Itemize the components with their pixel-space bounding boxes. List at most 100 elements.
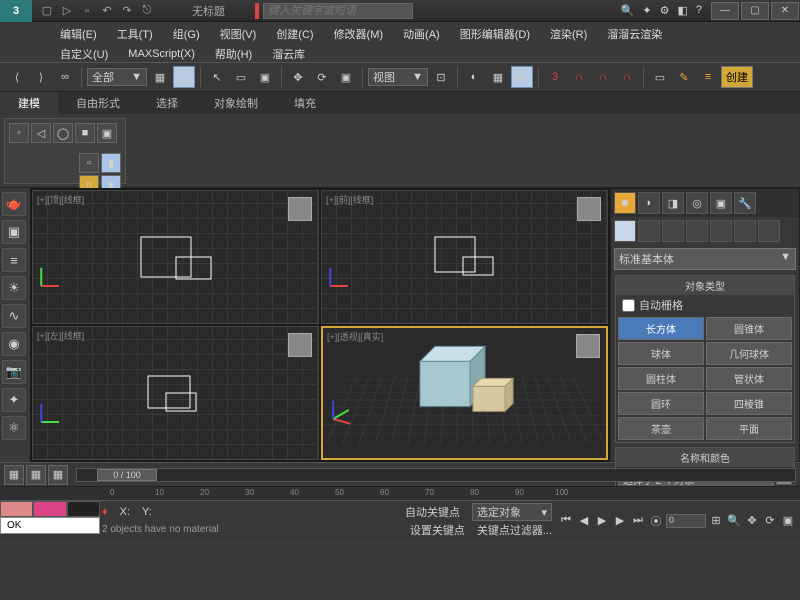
menu-rendering[interactable]: 渲染(R) <box>540 24 597 44</box>
border-icon[interactable]: ◯ <box>53 123 73 143</box>
teapot-button[interactable]: 茶壶 <box>618 417 704 440</box>
create-button[interactable]: 创建 <box>721 66 753 88</box>
keymode-icon[interactable]: ▦ <box>487 66 509 88</box>
snap-icon[interactable]: ∩ <box>568 66 590 88</box>
goto-end-icon[interactable]: ⏭ <box>630 513 646 529</box>
layer-icon[interactable]: ≡ <box>2 248 26 272</box>
binoculars-icon[interactable]: 🔍 <box>621 4 635 17</box>
window-crossing-icon[interactable]: ▣ <box>254 66 276 88</box>
plane-button[interactable]: 平面 <box>706 417 792 440</box>
time-slider[interactable]: 0 / 100 <box>76 468 796 482</box>
teapot-icon[interactable]: 🫖 <box>2 192 26 216</box>
snap-toggle-button[interactable]: ▲ <box>511 66 533 88</box>
select-icon[interactable]: ▦ <box>149 66 171 88</box>
menu-views[interactable]: 视图(V) <box>210 24 267 44</box>
align-icon[interactable]: ≡ <box>697 66 719 88</box>
section-header[interactable]: 对象类型 <box>616 276 794 295</box>
ribbon-tab-freeform[interactable]: 自由形式 <box>58 92 138 114</box>
viewport-front[interactable]: [+][前][线框] <box>321 190 608 324</box>
link-icon[interactable]: ⟨ <box>6 66 28 88</box>
pan-icon[interactable]: ✥ <box>744 513 760 529</box>
motion-tab-icon[interactable]: ◎ <box>686 192 708 214</box>
keyframe-icon[interactable]: ♦ <box>102 506 108 518</box>
pyramid-button[interactable]: 四棱锥 <box>706 392 792 415</box>
track-icon[interactable]: ▦ <box>48 465 68 485</box>
nav-icon[interactable]: ⊞ <box>708 513 724 529</box>
named-sel-icon[interactable]: ▭ <box>649 66 671 88</box>
material-icon[interactable]: ◉ <box>2 332 26 356</box>
link-icon[interactable]: ⎋ <box>138 2 156 20</box>
mirror-icon[interactable]: ✎ <box>673 66 695 88</box>
display-tab-icon[interactable]: ▣ <box>710 192 732 214</box>
next-frame-icon[interactable]: ▶ <box>612 513 628 529</box>
geometry-icon[interactable] <box>614 220 636 242</box>
systems-icon[interactable] <box>758 220 780 242</box>
menu-tools[interactable]: 工具(T) <box>107 24 163 44</box>
select-region-icon[interactable]: ▭ <box>230 66 252 88</box>
prev-frame-icon[interactable]: ◀ <box>576 513 592 529</box>
torus-button[interactable]: 圆环 <box>618 392 704 415</box>
ribbon-tab-modeling[interactable]: 建模 <box>0 92 58 114</box>
undo-icon[interactable]: ↶ <box>98 2 116 20</box>
geosphere-button[interactable]: 几何球体 <box>706 342 792 365</box>
viewcube-icon[interactable] <box>576 334 600 358</box>
keyfilters-button[interactable]: 关键点过滤器... <box>477 522 552 538</box>
viewcube-icon[interactable] <box>288 197 312 221</box>
spacewarps-icon[interactable] <box>734 220 756 242</box>
rotate-icon[interactable]: ⟳ <box>311 66 333 88</box>
save-icon[interactable]: ▫ <box>78 2 96 20</box>
search-input[interactable] <box>263 3 413 19</box>
shapes-icon[interactable] <box>638 220 660 242</box>
selected-dropdown[interactable]: 选定对象▾ <box>472 503 552 521</box>
ribbon-tab-fill[interactable]: 填充 <box>276 92 334 114</box>
menu-edit[interactable]: 编辑(E) <box>50 24 107 44</box>
menu-modifiers[interactable]: 修改器(M) <box>324 24 394 44</box>
ribbon-tab-objpaint[interactable]: 对象绘制 <box>196 92 276 114</box>
cylinder-button[interactable]: 圆柱体 <box>618 367 704 390</box>
lights-icon[interactable] <box>662 220 684 242</box>
tube-button[interactable]: 管状体 <box>706 367 792 390</box>
snap-icon[interactable]: ∩ <box>592 66 614 88</box>
viewcube-icon[interactable] <box>288 333 312 357</box>
unlink-icon[interactable]: ⟩ <box>30 66 52 88</box>
tool-icon[interactable]: ✦ <box>642 4 651 17</box>
autogrid-checkbox[interactable] <box>622 299 635 312</box>
menu-customize[interactable]: 自定义(U) <box>50 44 118 64</box>
menu-turbo[interactable]: 溜溜云渲染 <box>597 24 672 44</box>
zoom-icon[interactable]: 🔍 <box>726 513 742 529</box>
hierarchy-tab-icon[interactable]: ◨ <box>662 192 684 214</box>
select-name-icon[interactable]: ↖ <box>206 66 228 88</box>
tool-icon[interactable]: ▫ <box>79 153 99 173</box>
create-tab-icon[interactable]: ✹ <box>614 192 636 214</box>
curve-icon[interactable]: ∿ <box>2 304 26 328</box>
new-icon[interactable]: ▢ <box>38 2 56 20</box>
scale-icon[interactable]: ▣ <box>335 66 357 88</box>
menu-animation[interactable]: 动画(A) <box>393 24 450 44</box>
app-logo[interactable]: 3 <box>0 0 32 22</box>
setkey-button[interactable]: 设置关键点 <box>410 522 465 538</box>
move-icon[interactable]: ✥ <box>287 66 309 88</box>
edge-icon[interactable]: ◁ <box>31 123 51 143</box>
minimize-button[interactable]: — <box>711 2 739 20</box>
ref-coord-dropdown[interactable]: 视图▼ <box>368 68 428 86</box>
utilities-tab-icon[interactable]: 🔧 <box>734 192 756 214</box>
vertex-icon[interactable]: ◦ <box>9 123 29 143</box>
reactor-icon[interactable]: ⚛ <box>2 416 26 440</box>
angle-snap-icon[interactable]: 3 <box>544 66 566 88</box>
manip-icon[interactable]: ◐ <box>463 66 485 88</box>
cameras-icon[interactable] <box>686 220 708 242</box>
track-icon[interactable]: ▦ <box>26 465 46 485</box>
max-toggle-icon[interactable]: ▣ <box>780 513 796 529</box>
close-button[interactable]: ✕ <box>771 2 799 20</box>
section-header[interactable]: 名称和颜色 <box>616 448 794 467</box>
sphere-button[interactable]: 球体 <box>618 342 704 365</box>
track-icon[interactable]: ▦ <box>4 465 24 485</box>
render-icon[interactable]: ▣ <box>2 220 26 244</box>
helpers-icon[interactable] <box>710 220 732 242</box>
menu-graph[interactable]: 图形编辑器(D) <box>450 24 540 44</box>
modify-tab-icon[interactable]: ◗ <box>638 192 660 214</box>
menu-liuliu[interactable]: 溜云库 <box>262 44 315 64</box>
bind-icon[interactable]: ∞ <box>54 66 76 88</box>
time-handle[interactable]: 0 / 100 <box>97 469 157 481</box>
menu-group[interactable]: 组(G) <box>163 24 210 44</box>
